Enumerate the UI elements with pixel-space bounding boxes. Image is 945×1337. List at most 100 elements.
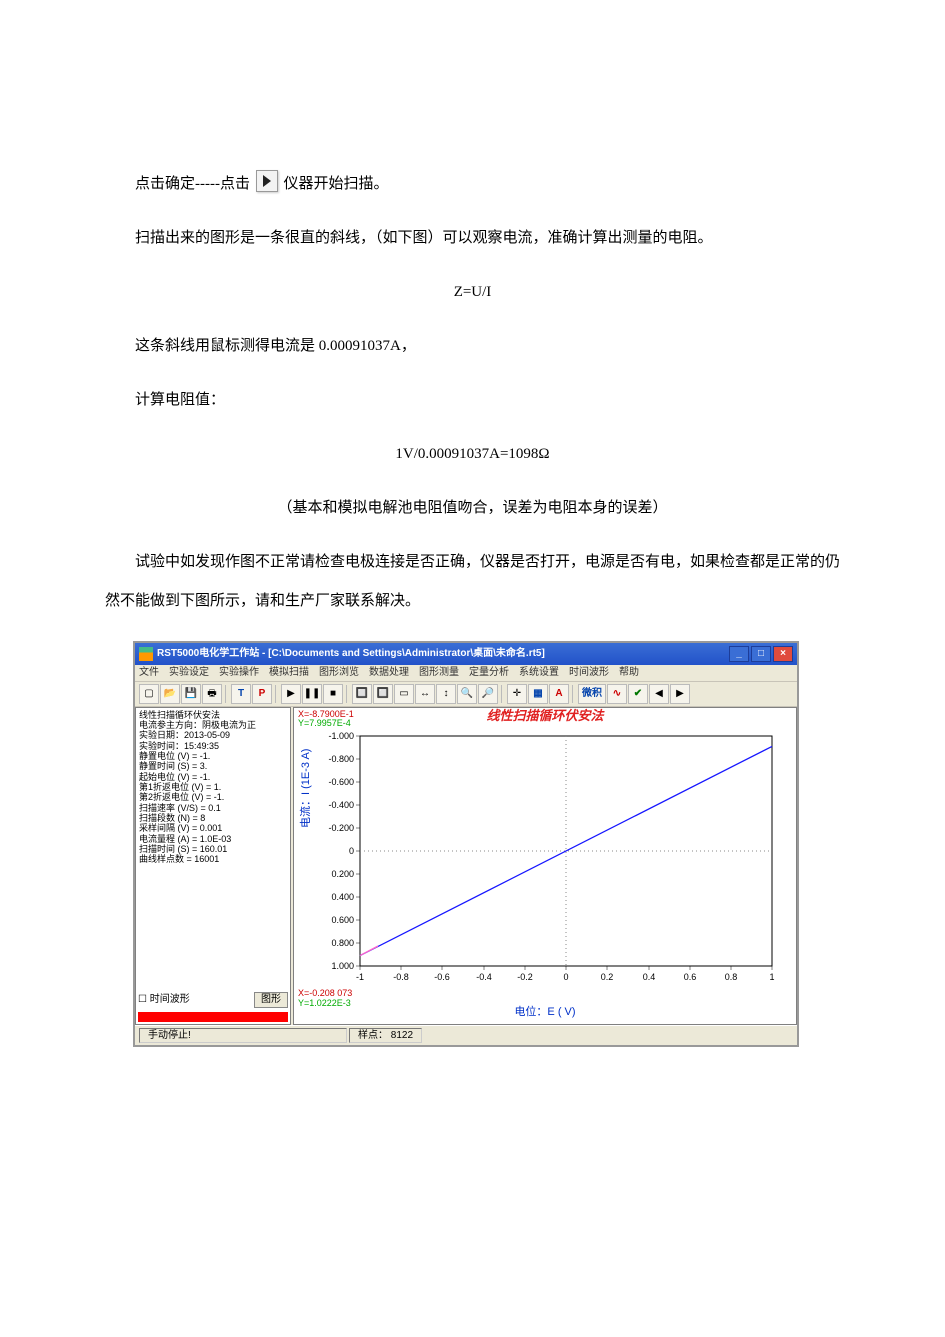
status-right: 样点： 8122 — [349, 1028, 422, 1044]
menu-sim-scan[interactable]: 模拟扫描 — [269, 667, 309, 679]
menu-quant[interactable]: 定量分析 — [469, 667, 509, 679]
param-line: 线性扫描循环伏安法 — [139, 710, 287, 720]
cv-chart: -1.000 -0.800 -0.600 -0.400 -0.200 0 0.2… — [298, 728, 782, 1008]
param-line: 电流参主方向：阴极电流为正 — [139, 720, 287, 730]
menu-file[interactable]: 文件 — [139, 667, 159, 679]
print-icon[interactable]: 🖶 — [202, 684, 222, 704]
menu-graph-view[interactable]: 图形浏览 — [319, 667, 359, 679]
pause-icon[interactable]: ❚❚ — [302, 684, 322, 704]
left-icon[interactable]: ◀ — [649, 684, 669, 704]
menu-exp-op[interactable]: 实验操作 — [219, 667, 259, 679]
svg-text:-0.800: -0.800 — [328, 754, 354, 764]
param-line: 第1折返电位 (V) = 1. — [139, 782, 287, 792]
open-icon[interactable]: 📂 — [160, 684, 180, 704]
svg-text:-1: -1 — [356, 972, 364, 982]
p1-prefix: 点击确定-----点击 — [135, 176, 250, 192]
param-line: 起始电位 (V) = -1. — [139, 772, 287, 782]
client-area: 线性扫描循环伏安法 电流参主方向：阴极电流为正 实验日期：2013-05-09 … — [135, 707, 797, 1025]
svg-text:1: 1 — [769, 972, 774, 982]
paragraph-2: 扫描出来的图形是一条很直的斜线，（如下图）可以观察电流，准确计算出测量的电阻。 — [105, 219, 840, 258]
grid-icon[interactable]: ▦ — [528, 684, 548, 704]
run-icon[interactable]: ▶ — [281, 684, 301, 704]
new-icon[interactable]: ▢ — [139, 684, 159, 704]
right-icon[interactable]: ▶ — [670, 684, 690, 704]
a-icon[interactable]: A — [549, 684, 569, 704]
svg-text:-0.400: -0.400 — [328, 800, 354, 810]
t-button[interactable]: T — [231, 684, 251, 704]
svg-text:-1.000: -1.000 — [328, 731, 354, 741]
svg-text:-0.200: -0.200 — [328, 823, 354, 833]
stop-icon[interactable]: ■ — [323, 684, 343, 704]
window-title: RST5000电化学工作站 - [C:\Documents and Settin… — [157, 648, 545, 660]
play-icon — [256, 170, 278, 192]
statusbar: 手动停止! 样点： 8122 — [135, 1025, 797, 1046]
paragraph-5: （基本和模拟电解池电阻值吻合，误差为电阻本身的误差） — [105, 489, 840, 528]
save-icon[interactable]: 💾 — [181, 684, 201, 704]
toolbar: ▢ 📂 💾 🖶 T P ▶ ❚❚ ■ 🔲 🔲 ▭ ↔ ↕ 🔍 🔎 ✛ ▦ A 微… — [135, 682, 797, 707]
param-line: 静置时间 (S) = 3. — [139, 761, 287, 771]
zoom-1-icon[interactable]: 🔲 — [352, 684, 372, 704]
document-body: 点击确定-----点击 仪器开始扫描。 扫描出来的图形是一条很直的斜线，（如下图… — [0, 0, 945, 1107]
chart-title: 线性扫描循环伏安法 — [298, 709, 792, 724]
param-line: 扫描时间 (S) = 160.01 — [139, 844, 287, 854]
zoom-y-icon[interactable]: ↕ — [436, 684, 456, 704]
time-wave-checkbox[interactable]: ☐ 时间波形 — [138, 994, 190, 1006]
progress-bar — [138, 1012, 288, 1022]
window-buttons: _ □ × — [729, 646, 793, 662]
app-window: RST5000电化学工作站 - [C:\Documents and Settin… — [133, 641, 799, 1047]
minimize-button[interactable]: _ — [729, 646, 749, 662]
crosshair-icon[interactable]: ✛ — [507, 684, 527, 704]
svg-text:-0.2: -0.2 — [517, 972, 533, 982]
y-axis-label: 电流：I (1E-3 A) — [300, 748, 313, 827]
svg-text:1.000: 1.000 — [331, 961, 354, 971]
svg-text:0.600: 0.600 — [331, 915, 354, 925]
svg-text:0.400: 0.400 — [331, 892, 354, 902]
menu-data[interactable]: 数据处理 — [369, 667, 409, 679]
svg-text:0.2: 0.2 — [601, 972, 614, 982]
menu-exp-set[interactable]: 实验设定 — [169, 667, 209, 679]
svg-text:0: 0 — [349, 846, 354, 856]
formula-1: Z=U/I — [105, 273, 840, 312]
zoom-out-icon[interactable]: 🔎 — [478, 684, 498, 704]
param-line: 采样间隔 (V) = 0.001 — [139, 823, 287, 833]
menu-help[interactable]: 帮助 — [619, 667, 639, 679]
menubar: 文件 实验设定 实验操作 模拟扫描 图形浏览 数据处理 图形测量 定量分析 系统… — [135, 665, 797, 682]
paragraph-3: 这条斜线用鼠标测得电流是 0.00091037A， — [105, 327, 840, 366]
curve-icon[interactable]: ∿ — [607, 684, 627, 704]
param-line: 静置电位 (V) = -1. — [139, 751, 287, 761]
titlebar[interactable]: RST5000电化学工作站 - [C:\Documents and Settin… — [135, 643, 797, 665]
calculus-button[interactable]: 微积 — [578, 684, 606, 704]
formula-2: 1V/0.00091037A=1098Ω — [105, 435, 840, 474]
p1-suffix: 仪器开始扫描。 — [283, 176, 388, 192]
graph-button[interactable]: 图形 — [254, 992, 288, 1008]
menu-sys[interactable]: 系统设置 — [519, 667, 559, 679]
paragraph-4: 计算电阻值： — [105, 381, 840, 420]
zoom-fit-icon[interactable]: ▭ — [394, 684, 414, 704]
menu-graph-meas[interactable]: 图形测量 — [419, 667, 459, 679]
param-line: 第2折返电位 (V) = -1. — [139, 792, 287, 802]
svg-text:0.800: 0.800 — [331, 938, 354, 948]
svg-text:0.6: 0.6 — [684, 972, 697, 982]
parameters-panel: 线性扫描循环伏安法 电流参主方向：阴极电流为正 实验日期：2013-05-09 … — [135, 707, 291, 1025]
svg-text:0.4: 0.4 — [643, 972, 656, 982]
zoom-2-icon[interactable]: 🔲 — [373, 684, 393, 704]
app-icon — [139, 647, 153, 661]
svg-text:-0.600: -0.600 — [328, 777, 354, 787]
zoom-x-icon[interactable]: ↔ — [415, 684, 435, 704]
status-left: 手动停止! — [139, 1028, 347, 1044]
param-line: 扫描段数 (N) = 8 — [139, 813, 287, 823]
svg-text:-0.6: -0.6 — [434, 972, 450, 982]
menu-time[interactable]: 时间波形 — [569, 667, 609, 679]
plot-panel: X=-8.7900E-1 Y=7.9957E-4 线性扫描循环伏安法 电流：I … — [293, 707, 797, 1025]
param-line: 曲线样点数 = 16001 — [139, 854, 287, 864]
param-line: 实验时间：15:49:35 — [139, 741, 287, 751]
svg-text:-0.8: -0.8 — [393, 972, 409, 982]
zoom-in-icon[interactable]: 🔍 — [457, 684, 477, 704]
close-button[interactable]: × — [773, 646, 793, 662]
svg-text:0: 0 — [563, 972, 568, 982]
check-icon[interactable]: ✔ — [628, 684, 648, 704]
maximize-button[interactable]: □ — [751, 646, 771, 662]
param-line: 实验日期：2013-05-09 — [139, 730, 287, 740]
p-button[interactable]: P — [252, 684, 272, 704]
svg-text:0.8: 0.8 — [725, 972, 738, 982]
